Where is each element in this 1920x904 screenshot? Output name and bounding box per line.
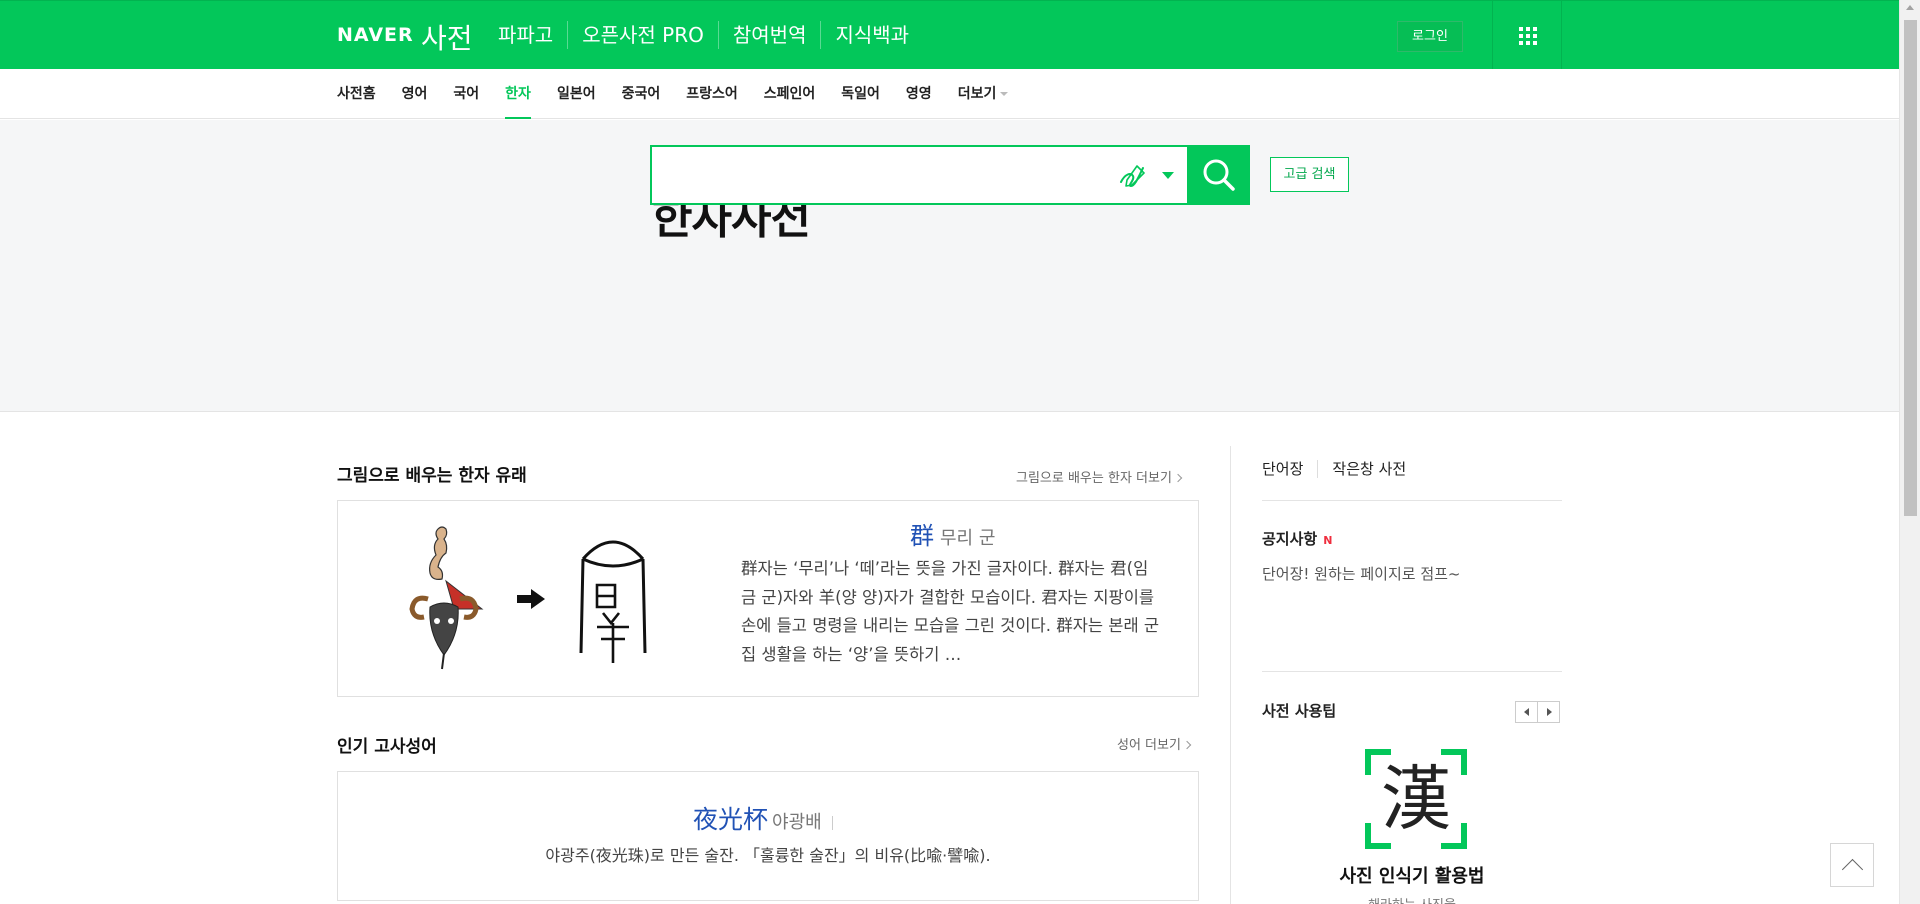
divider	[1262, 500, 1562, 501]
top-header: NAVER 사전 파파고 오픈사전 PRO 참여번역 지식백과 로그인	[0, 0, 1899, 70]
tab-spanish[interactable]: 스페인어	[764, 69, 816, 119]
tips-pager	[1515, 701, 1560, 723]
photo-recognition-icon[interactable]: 漢	[1365, 749, 1467, 849]
language-tab-bar: 사전홈 영어 국어 한자 일본어 중국어 프랑스어 스페인어 독일어 영영 더보…	[0, 69, 1899, 119]
tip-caption[interactable]: 사진 인식기 활용법	[1262, 862, 1562, 888]
tip-subtext: 해라하는 사진을	[1262, 894, 1562, 904]
grid-icon	[1519, 27, 1537, 45]
column-divider	[1230, 446, 1231, 904]
login-button[interactable]: 로그인	[1397, 21, 1463, 52]
origin-more-label: 그림으로 배우는 한자 더보기	[1016, 471, 1172, 486]
next-arrow-icon[interactable]	[1537, 701, 1560, 723]
origin-illustration	[409, 526, 484, 670]
origin-character-heading[interactable]: 群 무리 군	[910, 516, 995, 551]
search-input[interactable]	[662, 157, 1082, 193]
notice-item[interactable]: 단어장! 원하는 페이지로 점프~	[1262, 563, 1461, 584]
origin-hanja: 群	[910, 522, 934, 550]
nav-participation-translation[interactable]: 참여번역	[717, 21, 821, 49]
service-nav: 파파고 오픈사전 PRO 참여번역 지식백과	[498, 21, 923, 49]
tab-wordbook[interactable]: 단어장	[1262, 460, 1317, 478]
magnifier-icon	[1203, 159, 1235, 191]
origin-description: 群자는 ‘무리’나 ‘떼’라는 뜻을 가진 글자이다. 群자는 君(임금 군)자…	[741, 559, 1160, 664]
idiom-more-label: 성어 더보기	[1117, 738, 1181, 753]
chevron-right-icon	[1173, 473, 1183, 483]
prev-arrow-icon[interactable]	[1515, 701, 1538, 723]
tab-more-label: 더보기	[957, 86, 997, 102]
scroll-up-icon[interactable]	[1906, 5, 1914, 10]
idiom-description: 야광주(夜光珠)로 만든 술잔. 「훌륭한 술잔」의 비유(比喩·譬喩).	[545, 846, 991, 865]
tip-hanja: 漢	[1381, 758, 1451, 840]
arrow-right-icon	[517, 589, 545, 609]
nav-open-dictionary-pro[interactable]: 오픈사전 PRO	[567, 21, 718, 49]
idiom-reading: 야광배	[772, 812, 822, 833]
tab-korean[interactable]: 국어	[453, 69, 479, 119]
new-badge: N	[1323, 534, 1333, 547]
tab-more[interactable]: 더보기	[958, 69, 1009, 119]
ancient-script-icon	[579, 540, 647, 663]
origin-reading: 무리 군	[940, 528, 996, 549]
notice-title-label: 공지사항	[1262, 530, 1318, 548]
divider	[831, 816, 833, 830]
nav-knowledge-encyclopedia[interactable]: 지식백과	[820, 21, 923, 49]
tab-english[interactable]: 영어	[402, 69, 428, 119]
origin-section-title: 그림으로 배우는 한자 유래	[337, 466, 527, 486]
idiom-section-title: 인기 고사성어	[337, 737, 437, 757]
tab-japanese[interactable]: 일본어	[557, 69, 596, 119]
idiom-hanja: 夜光杯	[693, 805, 769, 834]
advanced-search-button[interactable]: 고급 검색	[1270, 157, 1349, 192]
chevron-right-icon	[1182, 740, 1192, 750]
tab-dictionary-home[interactable]: 사전홈	[337, 69, 376, 119]
idiom-card[interactable]	[337, 771, 1199, 901]
back-to-top-button[interactable]	[1830, 843, 1874, 887]
tab-chinese[interactable]: 중국어	[622, 69, 661, 119]
tab-hanja[interactable]: 한자	[505, 69, 531, 119]
tab-english-english[interactable]: 영영	[906, 69, 932, 119]
search-box	[650, 145, 1189, 205]
tab-german[interactable]: 독일어	[841, 69, 880, 119]
caret-down-icon[interactable]	[1162, 172, 1174, 179]
idiom-more-link[interactable]: 성어 더보기	[1117, 734, 1192, 753]
notice-title[interactable]: 공지사항 N	[1262, 528, 1332, 549]
tips-title: 사전 사용팁	[1262, 702, 1337, 720]
side-tab-bar: 단어장 작은창 사전	[1262, 460, 1420, 478]
chevron-down-icon	[1000, 92, 1009, 96]
dictionary-logo[interactable]: 사전	[421, 17, 473, 57]
naver-logo[interactable]: NAVER	[337, 24, 414, 46]
divider	[1262, 671, 1562, 672]
scrollbar-thumb[interactable]	[1904, 20, 1917, 516]
origin-more-link[interactable]: 그림으로 배우는 한자 더보기	[1016, 467, 1183, 486]
tab-mini-dictionary[interactable]: 작은창 사전	[1317, 460, 1420, 478]
apps-menu-button[interactable]	[1492, 1, 1562, 70]
idiom-heading[interactable]: 夜光杯 야광배	[693, 800, 833, 836]
search-button[interactable]	[1188, 145, 1250, 205]
nav-papago[interactable]: 파파고	[498, 21, 567, 49]
handwriting-pen-icon[interactable]	[1117, 162, 1147, 190]
page-scrollbar[interactable]	[1899, 0, 1920, 904]
tab-french[interactable]: 프랑스어	[686, 69, 738, 119]
